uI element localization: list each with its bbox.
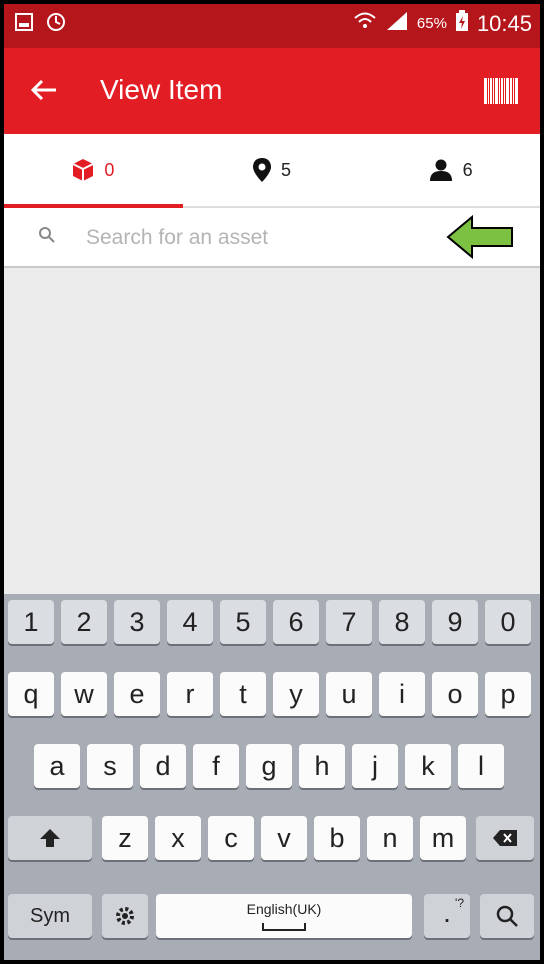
key-q[interactable]: q — [8, 672, 54, 716]
key-2[interactable]: 2 — [61, 600, 107, 644]
phone-screen: 65% 10:45 View Item 0 5 6 Search for an … — [0, 0, 544, 964]
key-e[interactable]: e — [114, 672, 160, 716]
keyboard-row-1: q w e r t y u i o p — [4, 672, 540, 722]
clock: 10:45 — [476, 10, 532, 36]
key-u[interactable]: u — [326, 672, 372, 716]
tab-people-count: 6 — [462, 159, 473, 180]
package-icon — [72, 159, 94, 181]
shift-arrow-icon — [40, 829, 60, 847]
key-8[interactable]: 8 — [379, 600, 425, 644]
barcode-icon — [484, 78, 487, 104]
key-c[interactable]: c — [208, 816, 254, 860]
battery-charging-icon — [455, 10, 469, 37]
key-a[interactable]: a — [34, 744, 80, 788]
shift-key[interactable] — [8, 816, 92, 860]
search-input[interactable] — [84, 220, 428, 256]
location-pin-icon — [253, 158, 271, 182]
keyboard-row-3: z x c v b n m — [4, 816, 540, 866]
sym-key[interactable]: Sym — [8, 894, 92, 938]
status-bar: 65% 10:45 — [4, 4, 540, 48]
tab-locations-count: 5 — [281, 159, 292, 180]
screenshot-icon — [14, 12, 34, 32]
keyboard-row-numbers: 1 2 3 4 5 6 7 8 9 0 — [4, 600, 540, 650]
key-7[interactable]: 7 — [326, 600, 372, 644]
key-f[interactable]: f — [193, 744, 239, 788]
gear-icon — [116, 907, 134, 925]
app-bar: View Item — [4, 48, 540, 134]
results-area — [4, 268, 540, 594]
back-button[interactable] — [24, 70, 64, 110]
punctuation-key[interactable]: '? . — [424, 894, 470, 938]
key-3[interactable]: 3 — [114, 600, 160, 644]
key-n[interactable]: n — [367, 816, 413, 860]
search-icon — [496, 905, 518, 927]
key-m[interactable]: m — [420, 816, 466, 860]
settings-key[interactable] — [102, 894, 148, 938]
key-j[interactable]: j — [352, 744, 398, 788]
keyboard-row-2: a s d f g h j k l — [4, 744, 540, 794]
backspace-icon — [493, 830, 517, 846]
wifi-icon — [353, 10, 377, 37]
page-title: View Item — [100, 74, 223, 105]
backspace-key[interactable] — [476, 816, 534, 860]
key-r[interactable]: r — [167, 672, 213, 716]
signal-icon — [385, 10, 409, 37]
tab-bar: 0 5 6 — [4, 134, 540, 208]
search-icon — [39, 227, 55, 243]
tab-people[interactable]: 6 — [361, 134, 540, 206]
key-s[interactable]: s — [87, 744, 133, 788]
space-key-label: English(UK) — [246, 901, 322, 917]
key-v[interactable]: v — [261, 816, 307, 860]
key-5[interactable]: 5 — [220, 600, 266, 644]
barcode-scan-button[interactable] — [484, 78, 518, 104]
key-l[interactable]: l — [458, 744, 504, 788]
tab-items-count: 0 — [104, 159, 115, 180]
space-bar-icon — [262, 923, 306, 931]
key-6[interactable]: 6 — [273, 600, 319, 644]
key-9[interactable]: 9 — [432, 600, 478, 644]
keyboard: 1 2 3 4 5 6 7 8 9 0 q w e r t y u i o p … — [4, 594, 540, 960]
arrow-left-icon — [30, 79, 56, 101]
punctuation-main-label: . — [443, 897, 451, 928]
key-t[interactable]: t — [220, 672, 266, 716]
tab-items[interactable]: 0 — [4, 134, 183, 208]
key-4[interactable]: 4 — [167, 600, 213, 644]
tab-locations[interactable]: 5 — [183, 134, 362, 206]
key-p[interactable]: p — [485, 672, 531, 716]
key-w[interactable]: w — [61, 672, 107, 716]
space-key[interactable]: English(UK) — [156, 894, 412, 938]
search-key[interactable] — [480, 894, 534, 938]
battery-percentage: 65% — [416, 15, 447, 32]
key-g[interactable]: g — [246, 744, 292, 788]
keyboard-row-bottom: Sym English(UK) '? . — [4, 894, 540, 944]
key-x[interactable]: x — [155, 816, 201, 860]
key-1[interactable]: 1 — [8, 600, 54, 644]
punctuation-alt-label: '? — [455, 896, 464, 910]
green-arrow-icon — [446, 214, 513, 260]
person-icon — [429, 159, 452, 181]
sync-icon — [46, 12, 66, 32]
key-0[interactable]: 0 — [485, 600, 531, 644]
key-z[interactable]: z — [102, 816, 148, 860]
key-y[interactable]: y — [273, 672, 319, 716]
key-k[interactable]: k — [405, 744, 451, 788]
key-o[interactable]: o — [432, 672, 478, 716]
key-d[interactable]: d — [140, 744, 186, 788]
key-h[interactable]: h — [299, 744, 345, 788]
key-b[interactable]: b — [314, 816, 360, 860]
key-i[interactable]: i — [379, 672, 425, 716]
